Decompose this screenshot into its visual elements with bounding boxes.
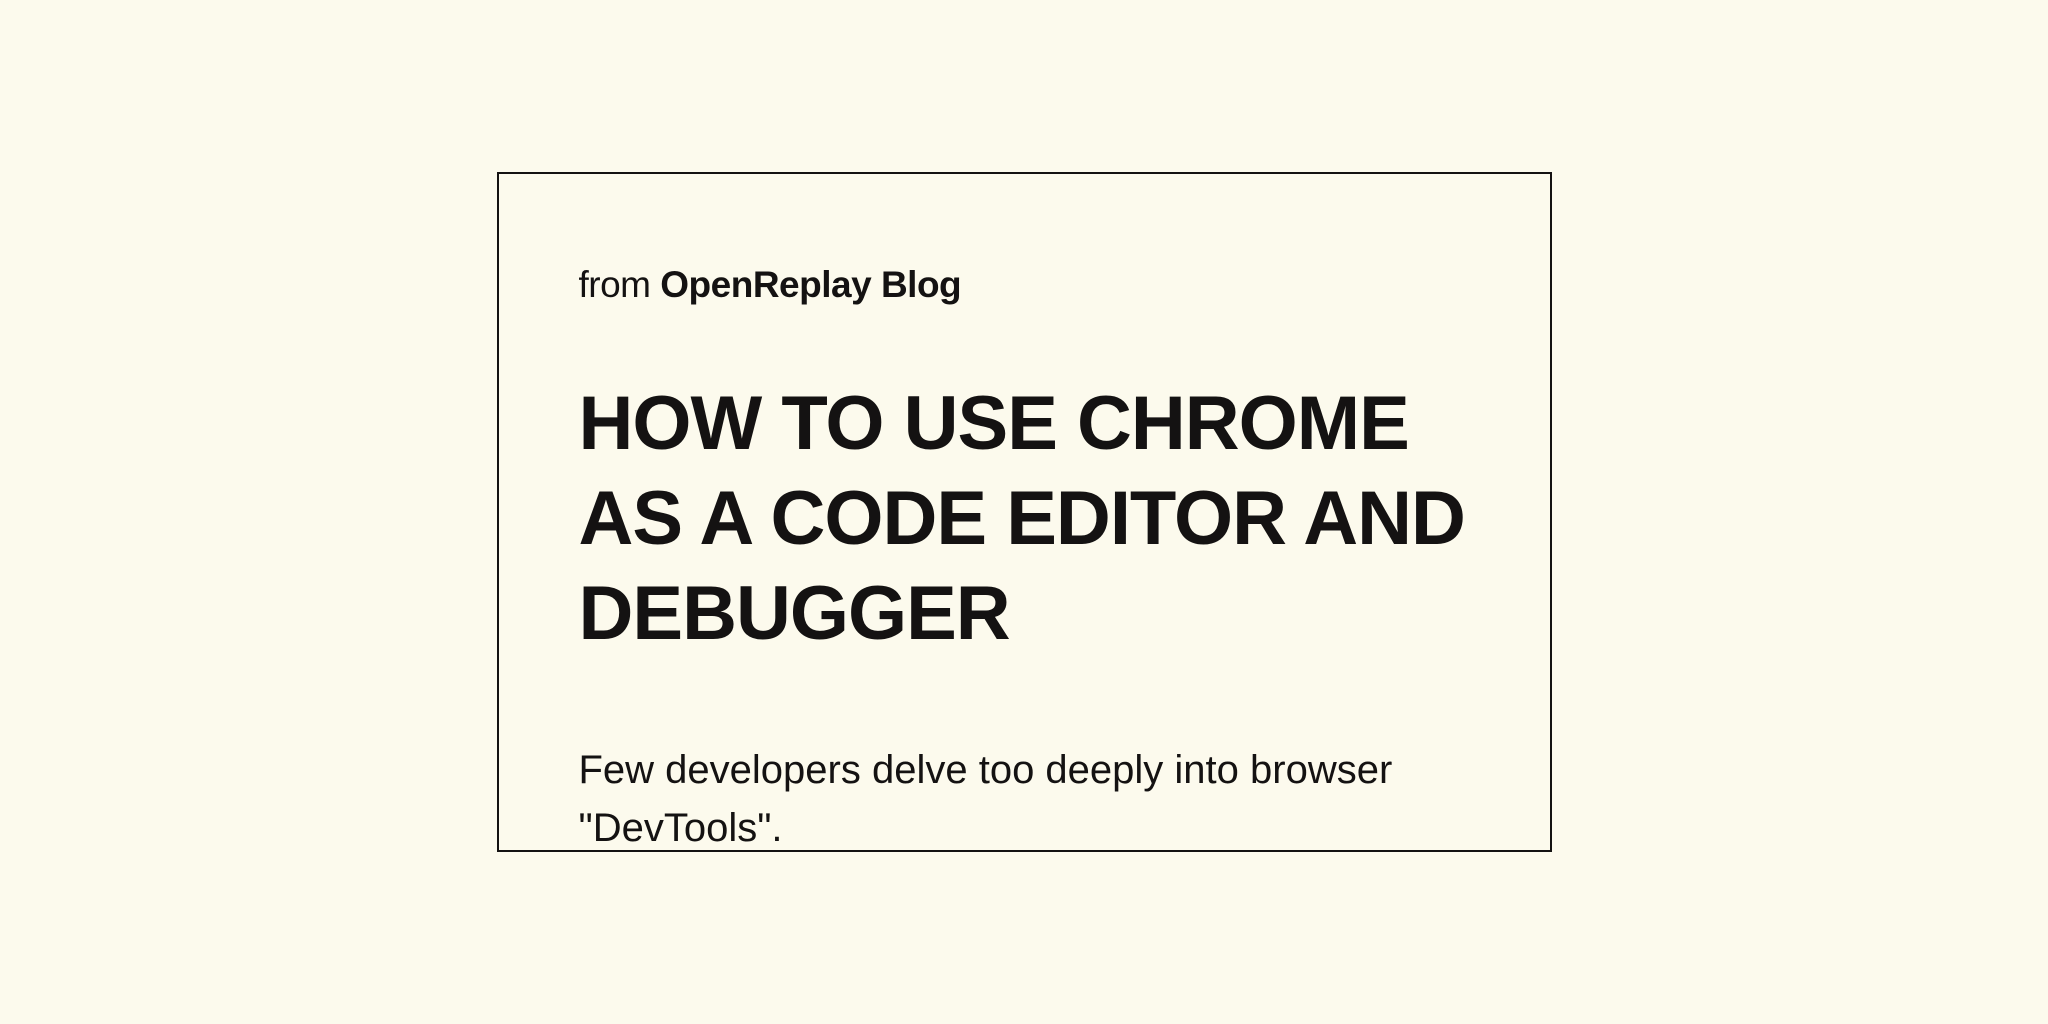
source-name: OpenReplay Blog [660,264,961,305]
article-excerpt: Few developers delve too deeply into bro… [579,741,1470,857]
source-line: from OpenReplay Blog [579,264,1470,306]
article-title: How to use Chrome as a Code Editor and D… [579,376,1470,661]
source-from-label: from [579,264,651,305]
article-card: from OpenReplay Blog How to use Chrome a… [497,172,1552,852]
